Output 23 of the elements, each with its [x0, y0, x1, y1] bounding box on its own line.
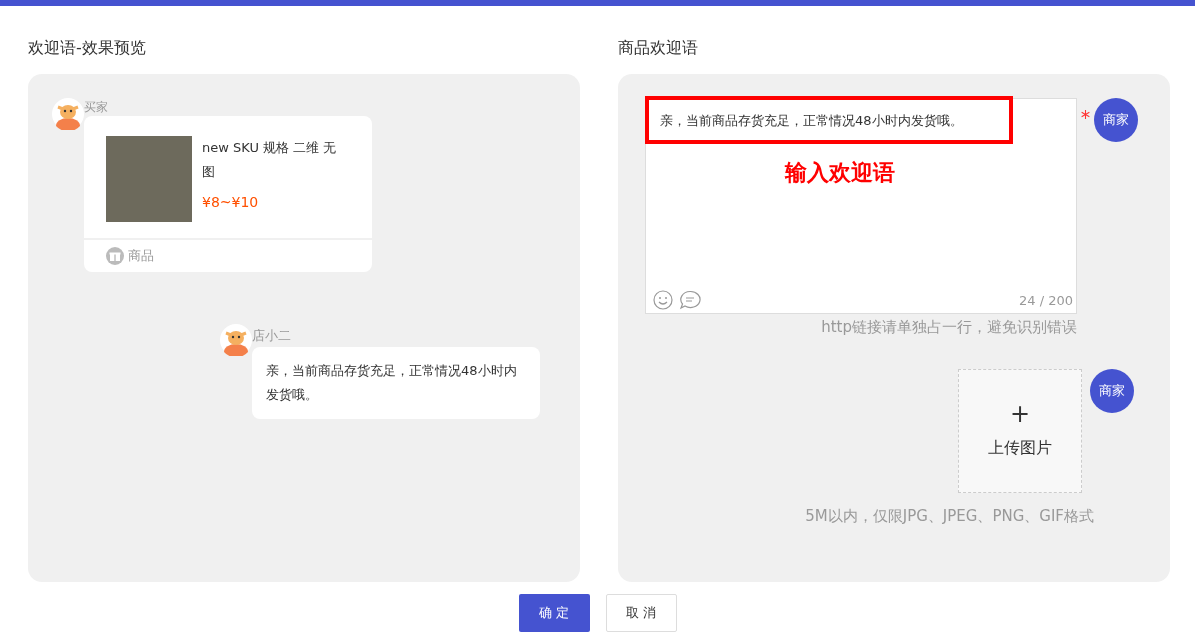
upload-label: 上传图片 [988, 436, 1052, 459]
role-avatar: 商家 [1094, 98, 1138, 142]
plus-sign: + [1009, 401, 1031, 426]
role-avatar: 商家 [1090, 368, 1134, 413]
section-title: 商品欢迎语 [618, 37, 699, 58]
sender-name: 店小二 [252, 326, 292, 345]
message-bubble: 亲，当前商品存货充足，正常情况48小时内发货哦。 [252, 347, 540, 419]
sender-name: 买家 [84, 99, 109, 116]
annotation-text: 输入欢迎语 [785, 159, 895, 187]
cancel-button[interactable]: 取 消 [605, 594, 677, 632]
confirm-button[interactable]: 确 定 [518, 594, 590, 632]
mascot-avatar-icon [220, 323, 252, 356]
chat-bubble-icon[interactable] [679, 290, 701, 310]
upload-image-button[interactable]: + 上传图片 [958, 368, 1082, 493]
footer-label: 商品 [128, 247, 154, 265]
upload-hint: 5M以内，仅限JPG、JPEG、PNG、GIF格式 [805, 505, 1094, 527]
product-price: ¥8~¥10 [202, 193, 260, 212]
section-title: 欢迎语-效果预览 [28, 37, 147, 58]
emoji-icon[interactable] [653, 290, 673, 310]
mascot-avatar-icon [52, 98, 84, 130]
character-counter: 24 / 200 [1019, 291, 1073, 310]
input-hint: http链接请单独占一行，避免识别错误 [821, 317, 1077, 338]
product-name: new SKU 规格 二维 无图 [202, 139, 338, 181]
